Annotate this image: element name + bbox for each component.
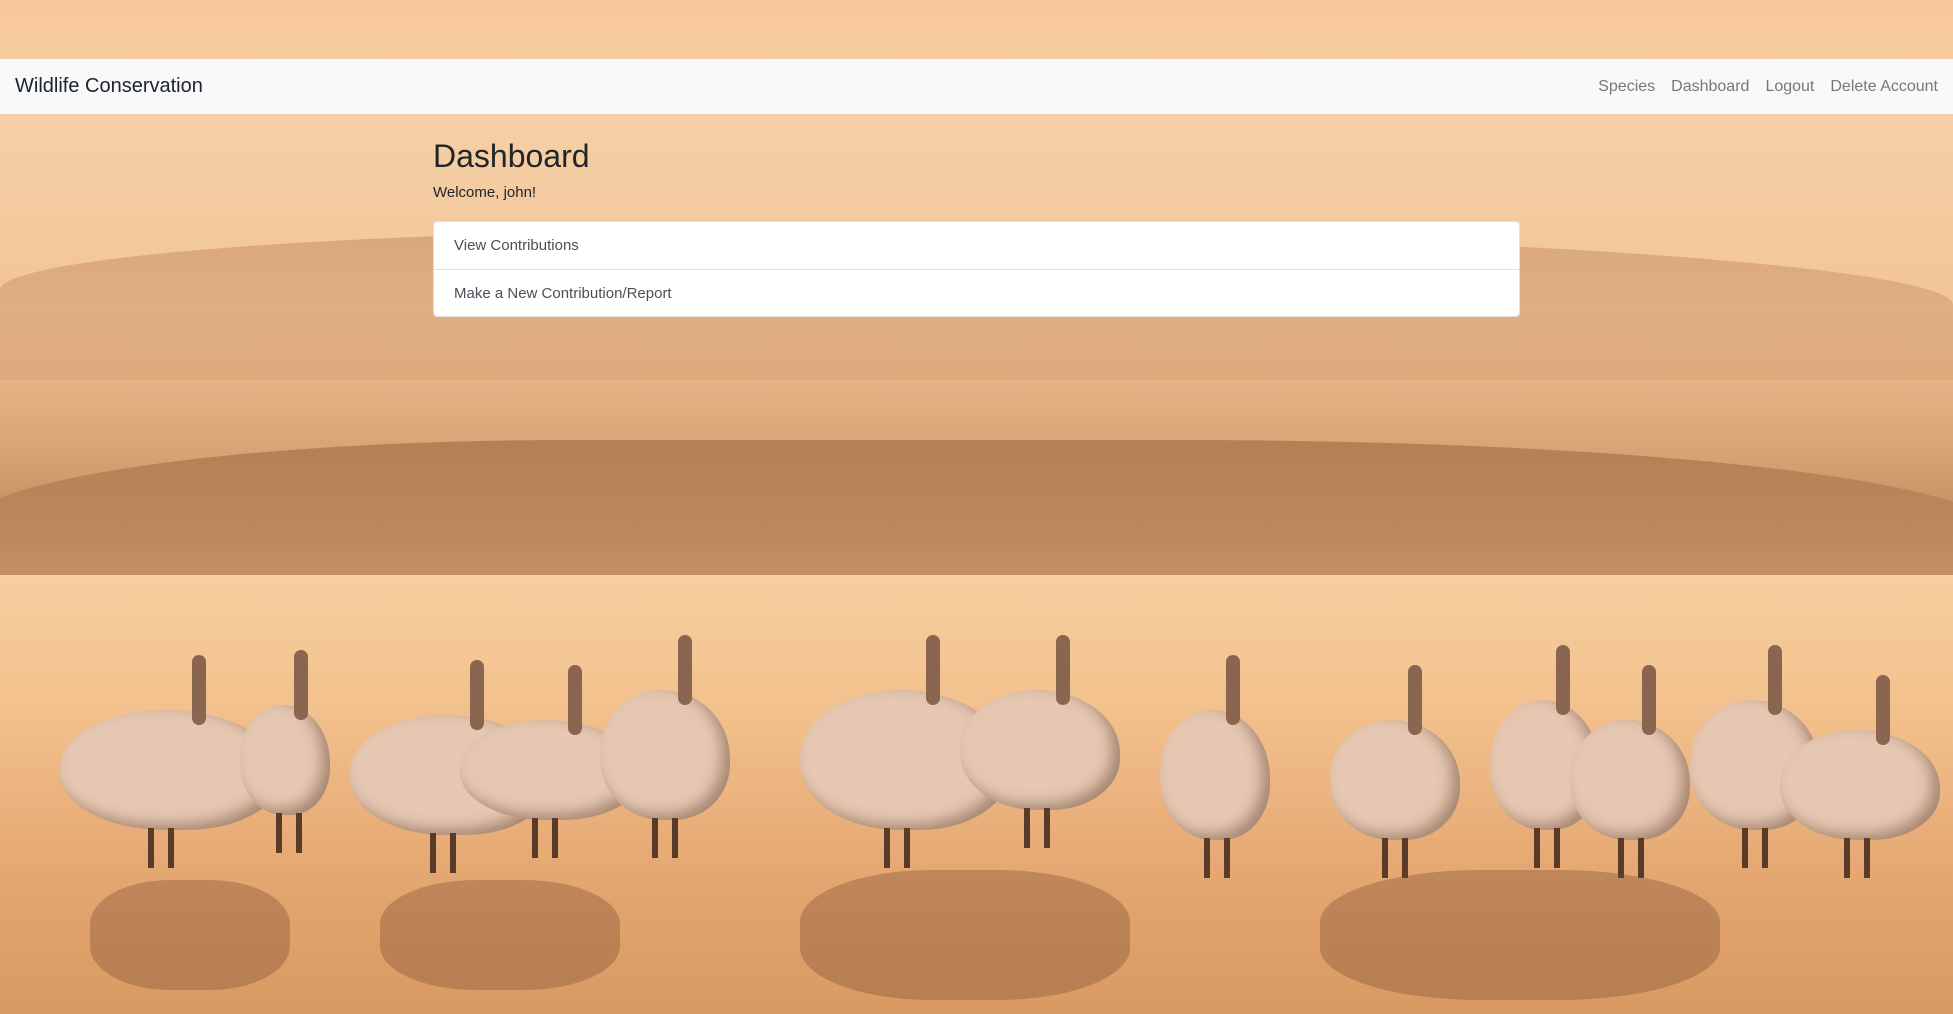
pelican <box>960 635 1120 848</box>
nav-link-logout[interactable]: Logout <box>1765 78 1814 96</box>
view-contributions-link[interactable]: View Contributions <box>434 222 1519 269</box>
nav-link-delete-account[interactable]: Delete Account <box>1830 78 1938 96</box>
dashboard-container: Dashboard Welcome, john! View Contributi… <box>433 138 1520 317</box>
new-contribution-link[interactable]: Make a New Contribution/Report <box>434 269 1519 316</box>
brand-link[interactable]: Wildlife Conservation <box>15 75 203 98</box>
nav-link-species[interactable]: Species <box>1598 78 1655 96</box>
navbar: Wildlife Conservation Species Dashboard … <box>0 59 1953 114</box>
water-reflection <box>800 870 1130 1000</box>
nav-link-dashboard[interactable]: Dashboard <box>1671 78 1749 96</box>
pelican <box>240 650 330 853</box>
pelican <box>1160 655 1270 878</box>
water-reflection <box>90 880 290 990</box>
pelican <box>600 635 730 858</box>
water-reflection <box>1320 870 1720 1000</box>
pelican <box>1780 675 1940 878</box>
welcome-message: Welcome, john! <box>433 184 537 201</box>
background-treeline-near <box>0 440 1953 590</box>
page-title: Dashboard <box>433 138 590 174</box>
water-reflection <box>380 880 620 990</box>
dashboard-actions: View Contributions Make a New Contributi… <box>433 221 1520 317</box>
pelican <box>1330 665 1460 878</box>
nav-links: Species Dashboard Logout Delete Account <box>1598 78 1938 96</box>
pelican <box>1570 665 1690 878</box>
